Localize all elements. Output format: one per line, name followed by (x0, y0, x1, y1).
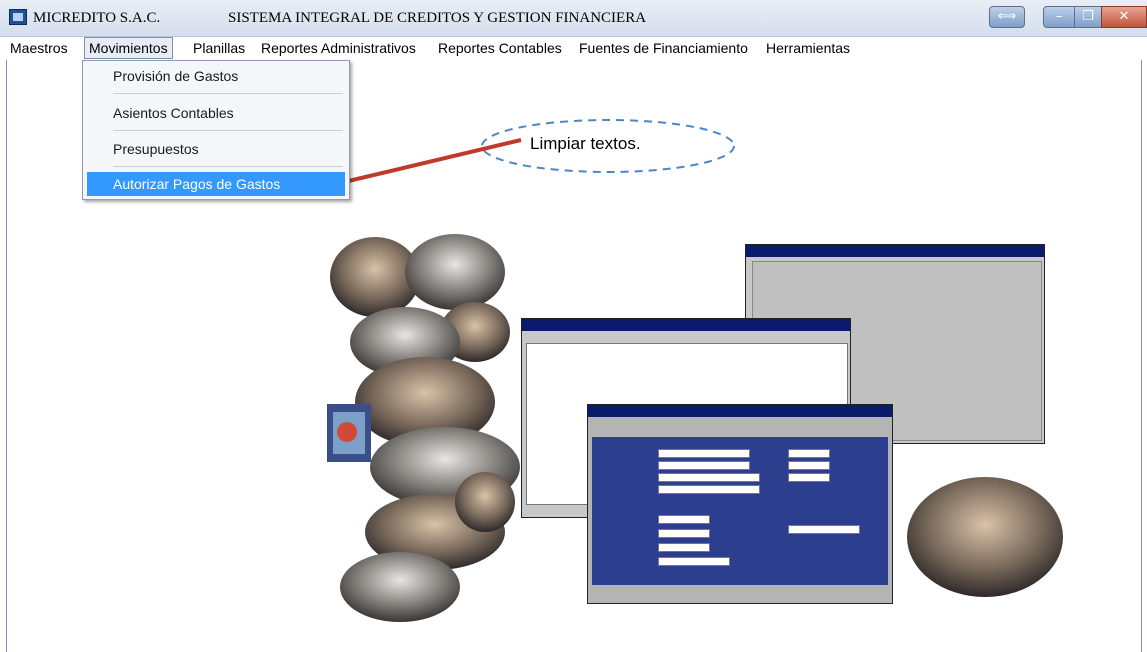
dropdown-separator (113, 93, 343, 94)
dropdown-item-autorizar-pagos[interactable]: Autorizar Pagos de Gastos (87, 172, 345, 196)
dropdown-separator (113, 166, 343, 167)
dropdown-item-asientos-contables[interactable]: Asientos Contables (87, 101, 345, 125)
dropdown-separator (113, 130, 343, 131)
arrow-line (339, 138, 522, 185)
dropdown-item-presupuestos[interactable]: Presupuestos (87, 137, 345, 161)
callout-text: Limpiar textos. (530, 134, 641, 153)
dropdown-item-provision-gastos[interactable]: Provisión de Gastos (87, 64, 345, 88)
movimientos-dropdown: Provisión de Gastos Asientos Contables P… (82, 60, 350, 200)
